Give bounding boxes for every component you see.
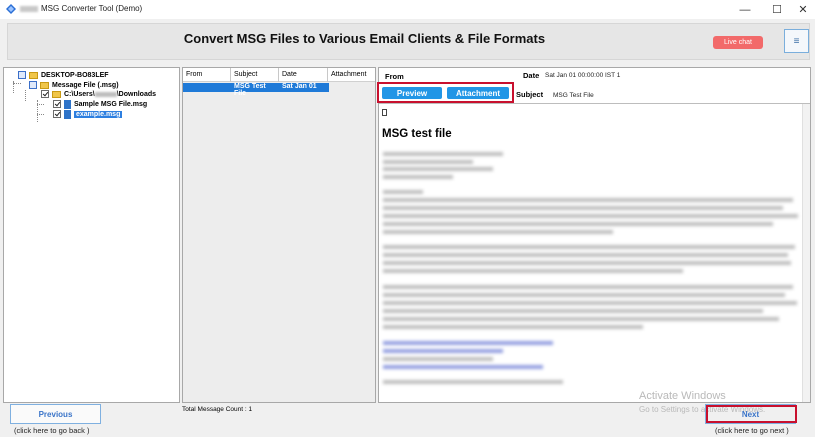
column-header-subject[interactable]: Subject — [231, 68, 279, 82]
watermark-title: Activate Windows — [639, 390, 726, 402]
preview-panel: From Date Sat Jan 01 00:00:00 IST 1 Prev… — [377, 67, 811, 403]
folder-tree-panel: DESKTOP-BO83LEF Message File (.msg) C:\U… — [3, 67, 180, 403]
checkbox[interactable] — [53, 100, 61, 108]
date-value: Sat Jan 01 00:00:00 IST 1 — [545, 72, 621, 79]
hamburger-icon: ≡ — [793, 35, 800, 47]
column-header-date[interactable]: Date — [279, 68, 328, 82]
folder-icon — [40, 81, 49, 89]
preview-scrollbar[interactable] — [802, 104, 810, 402]
email-body: MSG test file — [379, 103, 810, 402]
tree-label: Message File (.msg) — [52, 81, 119, 89]
checkbox[interactable] — [41, 90, 49, 98]
title-bar: MSG Converter Tool (Demo) — ☐ ✕ — [0, 0, 815, 19]
menu-button[interactable]: ≡ — [784, 29, 809, 53]
date-label: Date — [523, 71, 540, 80]
tree-label: DESKTOP-BO83LEF — [41, 71, 109, 79]
cell-subject: MSG Test File — [234, 83, 266, 97]
subject-value: MSG Test File — [553, 92, 594, 99]
next-hint: (click here to go next ) — [715, 426, 789, 435]
page-headline: Convert MSG Files to Various Email Clien… — [183, 31, 546, 46]
checkbox[interactable] — [29, 81, 37, 89]
app-logo-icon — [6, 4, 16, 14]
header-banner: Convert MSG Files to Various Email Clien… — [7, 23, 810, 60]
subject-label: Subject — [516, 90, 544, 99]
list-header: From Subject Date Attachment — [183, 68, 375, 82]
tree-node-downloads[interactable]: C:\Users\ \Downloads — [41, 89, 156, 99]
folder-icon — [29, 71, 38, 79]
previous-button[interactable]: Previous — [10, 404, 101, 424]
tree-node-file[interactable]: Sample MSG File.msg — [53, 99, 147, 109]
msg-file-icon — [64, 99, 71, 109]
tab-attachment[interactable]: Attachment — [447, 87, 509, 99]
previous-hint: (click here to go back ) — [14, 426, 90, 435]
cell-from — [183, 83, 231, 92]
table-row[interactable]: MSG Test File Sat Jan 01 — [183, 83, 329, 97]
tree-label: Sample MSG File.msg — [74, 100, 148, 108]
app-window: MSG Converter Tool (Demo) — ☐ ✕ Convert … — [0, 0, 815, 437]
tab-preview[interactable]: Preview — [382, 87, 442, 99]
total-message-count: Total Message Count : 1 — [182, 406, 253, 413]
folder-icon — [52, 90, 61, 98]
tree-node-computer[interactable]: DESKTOP-BO83LEF — [18, 70, 109, 80]
attachment-glyph-icon — [382, 109, 387, 116]
column-header-from[interactable]: From — [183, 68, 231, 82]
next-highlight-box — [706, 405, 797, 423]
close-button[interactable]: ✕ — [788, 0, 815, 19]
checkbox[interactable] — [18, 71, 26, 79]
live-chat-button[interactable]: Live chat — [713, 36, 763, 49]
window-title: MSG Converter Tool (Demo) — [20, 4, 142, 13]
checkbox[interactable] — [53, 110, 61, 118]
tree-label-suffix: \Downloads — [116, 90, 157, 98]
from-label: From — [385, 72, 404, 81]
cell-date: Sat Jan 01 — [282, 83, 317, 90]
tree-node-file-selected[interactable]: example.msg — [53, 109, 123, 119]
tree-label-prefix: C:\Users\ — [64, 90, 95, 98]
msg-file-icon — [64, 109, 71, 119]
email-body-title: MSG test file — [382, 128, 452, 140]
minimize-button[interactable]: — — [730, 0, 760, 19]
message-list-panel: From Subject Date Attachment MSG Test Fi… — [182, 67, 376, 403]
tree-label: example.msg — [74, 110, 123, 118]
column-header-attachment[interactable]: Attachment — [328, 68, 375, 82]
